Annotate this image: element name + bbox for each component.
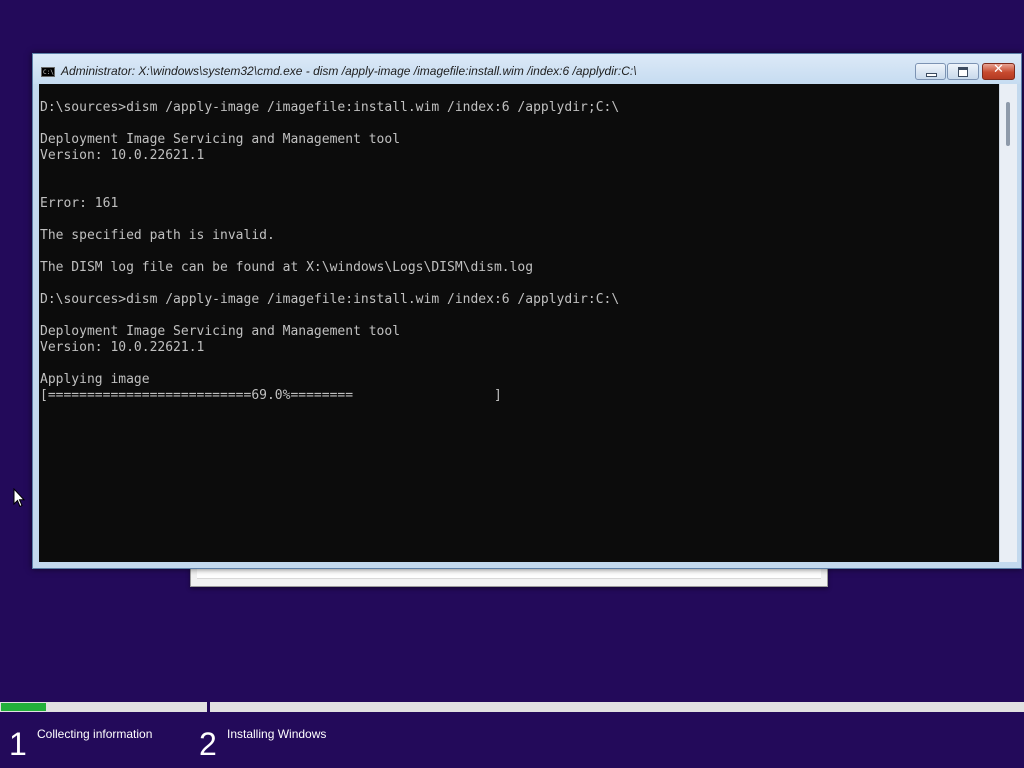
console-line: D:\sources>dism /apply-image /imagefile:…	[40, 292, 620, 307]
console-line: Deployment Image Servicing and Managemen…	[40, 324, 401, 339]
console-line: Error: 161	[40, 196, 119, 211]
step-1-progress-fill	[1, 703, 47, 711]
step-1-label: Collecting information	[37, 727, 153, 741]
console-output[interactable]: D:\sources>dism /apply-image /imagefile:…	[39, 84, 999, 562]
console-line: Deployment Image Servicing and Managemen…	[40, 132, 401, 147]
console-line: Applying image	[40, 372, 150, 387]
close-button[interactable]: ✕	[982, 62, 1015, 80]
step-1-number: 1	[9, 726, 27, 762]
arrow-cursor-icon	[13, 487, 26, 512]
console-line: D:\sources>dism /apply-image /imagefile:…	[40, 100, 620, 115]
close-icon: ✕	[993, 62, 1004, 77]
window-title: Administrator: X:\windows\system32\cmd.e…	[61, 64, 637, 78]
console-line: [==========================69.0%========…	[40, 388, 502, 403]
console-line: Version: 10.0.22621.1	[40, 340, 205, 355]
console-line: Version: 10.0.22621.1	[40, 148, 205, 163]
maximize-icon	[958, 67, 968, 77]
cmd-icon[interactable]: C:\	[41, 67, 55, 77]
console-line: The specified path is invalid.	[40, 228, 275, 243]
minimize-button[interactable]	[915, 63, 946, 80]
step-2-progress-track	[210, 702, 1024, 712]
vertical-scrollbar[interactable]	[999, 84, 1017, 562]
setup-progress-footer: 1 Collecting information 2 Installing Wi…	[0, 702, 1024, 768]
console-line: The DISM log file can be found at X:\win…	[40, 260, 534, 275]
minimize-icon	[926, 73, 937, 77]
step-2-label: Installing Windows	[227, 727, 327, 741]
console-text: D:\sources>dism /apply-image /imagefile:…	[39, 84, 999, 404]
setup-dialog-background	[190, 566, 828, 587]
cmd-window[interactable]: C:\ Administrator: X:\windows\system32\c…	[32, 53, 1022, 569]
step-1-progress-track	[0, 702, 207, 712]
maximize-button[interactable]	[947, 63, 979, 80]
title-bar[interactable]: C:\ Administrator: X:\windows\system32\c…	[33, 54, 1021, 84]
step-2-number: 2	[199, 726, 217, 762]
scrollbar-thumb[interactable]	[1006, 102, 1010, 146]
setup-desktop: C:\ Administrator: X:\windows\system32\c…	[0, 0, 1024, 768]
